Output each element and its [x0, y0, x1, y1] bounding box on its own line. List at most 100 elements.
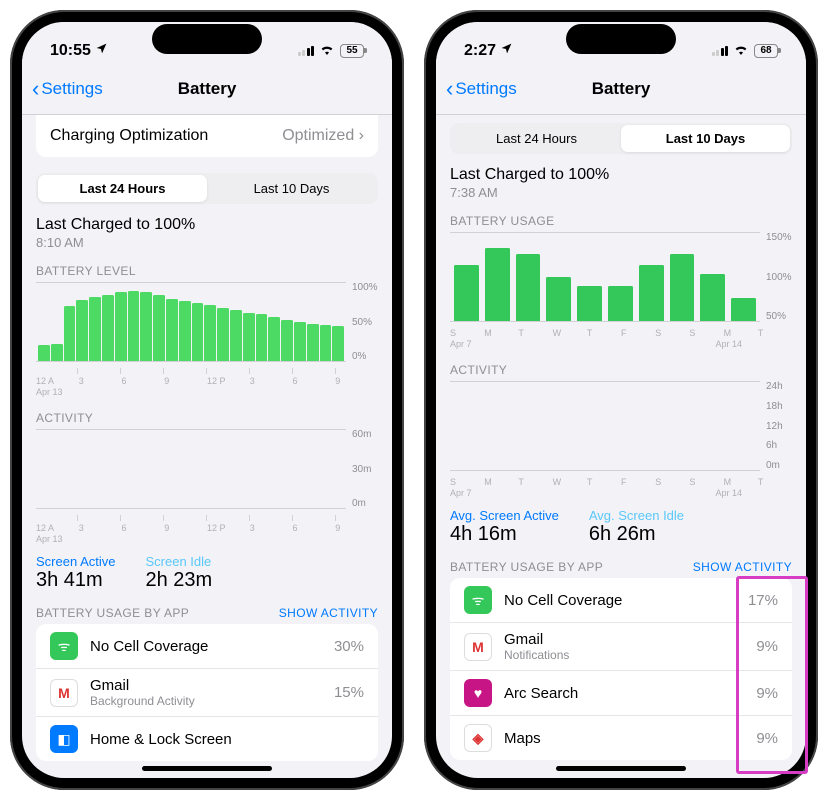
y-tick: 0m: [352, 498, 378, 509]
app-icon: ◈: [464, 724, 492, 752]
wifi-icon: [733, 42, 749, 60]
screen-left: 10:55 55 ‹ Settings Battery: [22, 22, 392, 778]
x-sub-label: Apr 7: [450, 488, 472, 498]
usage-by-app-header: BATTERY USAGE BY APP: [450, 560, 603, 574]
app-row[interactable]: ◈ Maps 9%: [450, 716, 792, 760]
x-sub-label: Apr 14: [715, 339, 742, 349]
app-name: Maps: [504, 730, 756, 747]
usage-by-app-header: BATTERY USAGE BY APP: [36, 606, 189, 620]
time-range-segmented[interactable]: Last 24 Hours Last 10 Days: [36, 173, 378, 204]
notch: [566, 24, 676, 54]
y-tick: 100%: [352, 282, 378, 293]
screen-active-label: Screen Active: [36, 554, 116, 569]
app-name: Arc Search: [504, 685, 756, 702]
back-label: Settings: [41, 79, 102, 99]
app-icon: M: [464, 633, 492, 661]
app-icon: ♥: [464, 679, 492, 707]
y-tick: 50%: [352, 317, 378, 328]
app-name: Gmail: [90, 677, 334, 694]
app-row[interactable]: M Gmail Background Activity 15%: [36, 669, 378, 717]
phone-frame-left: 10:55 55 ‹ Settings Battery: [10, 10, 404, 790]
time-range-segmented[interactable]: Last 24 Hours Last 10 Days: [450, 123, 792, 154]
tab-24-hours[interactable]: Last 24 Hours: [452, 125, 621, 152]
wifi-icon: [319, 42, 335, 60]
app-icon: M: [50, 679, 78, 707]
app-row[interactable]: ◧ Home & Lock Screen: [36, 717, 378, 761]
tab-10-days[interactable]: Last 10 Days: [207, 175, 376, 202]
app-name: Home & Lock Screen: [90, 731, 364, 748]
last-charged-time: 8:10 AM: [36, 235, 378, 250]
phone-frame-right: 2:27 68 ‹ Settings Battery: [424, 10, 818, 790]
activity-chart[interactable]: 24h 18h 12h 6h 0m: [450, 381, 792, 471]
app-subtitle: Notifications: [504, 648, 756, 662]
home-indicator[interactable]: [142, 766, 272, 771]
screen-active-value: 3h 41m: [36, 569, 116, 592]
y-tick: 0%: [352, 351, 378, 362]
app-row[interactable]: M Gmail Notifications 9%: [450, 623, 792, 671]
chevron-left-icon: ‹: [446, 76, 453, 102]
screen-right: 2:27 68 ‹ Settings Battery: [436, 22, 806, 778]
battery-icon: 55: [340, 44, 364, 58]
show-activity-button[interactable]: SHOW ACTIVITY: [279, 606, 378, 620]
status-time: 2:27: [464, 42, 496, 60]
status-time: 10:55: [50, 42, 91, 60]
app-name: No Cell Coverage: [90, 638, 334, 655]
x-sub-label: Apr 13: [36, 387, 378, 397]
x-sub-label: Apr 14: [715, 488, 742, 498]
x-sub-label: Apr 7: [450, 339, 472, 349]
app-percentage: 17%: [748, 592, 778, 609]
chevron-left-icon: ‹: [32, 76, 39, 102]
avg-screen-active-label: Avg. Screen Active: [450, 508, 559, 523]
back-button[interactable]: ‹ Settings: [446, 76, 517, 102]
last-charged-time: 7:38 AM: [450, 185, 792, 200]
charging-optimization-row[interactable]: Charging Optimization Optimized ›: [36, 115, 378, 157]
battery-icon: 68: [754, 44, 778, 58]
app-subtitle: Background Activity: [90, 694, 334, 708]
app-row[interactable]: ᯤ No Cell Coverage 30%: [36, 624, 378, 669]
app-percentage: 15%: [334, 684, 364, 701]
cell-signal-icon: [712, 46, 729, 56]
content-right[interactable]: Last 24 Hours Last 10 Days Last Charged …: [436, 115, 806, 778]
app-row[interactable]: ᯤ No Cell Coverage 17%: [450, 578, 792, 623]
home-indicator[interactable]: [556, 766, 686, 771]
y-tick: 24h: [766, 381, 792, 392]
avg-screen-active-value: 4h 16m: [450, 523, 559, 546]
x-sub-label: Apr 13: [36, 534, 378, 544]
app-percentage: 30%: [334, 638, 364, 655]
y-tick: 50%: [766, 311, 792, 322]
app-icon: ᯤ: [50, 632, 78, 660]
app-percentage: 9%: [756, 685, 778, 702]
y-tick: 150%: [766, 232, 792, 243]
y-tick: 100%: [766, 272, 792, 283]
activity-header: ACTIVITY: [450, 363, 792, 377]
y-tick: 12h: [766, 421, 792, 432]
app-icon: ᯤ: [464, 586, 492, 614]
tab-10-days[interactable]: Last 10 Days: [621, 125, 790, 152]
notch: [152, 24, 262, 54]
tab-24-hours[interactable]: Last 24 Hours: [38, 175, 207, 202]
page-title: Battery: [592, 79, 651, 99]
y-tick: 60m: [352, 429, 378, 440]
y-tick: 18h: [766, 401, 792, 412]
content-left[interactable]: Charging Optimization Optimized › Last 2…: [22, 115, 392, 778]
show-activity-button[interactable]: SHOW ACTIVITY: [693, 560, 792, 574]
app-percentage: 9%: [756, 730, 778, 747]
battery-level-header: BATTERY LEVEL: [36, 264, 378, 278]
battery-level-chart[interactable]: 100% 50% 0%: [36, 282, 378, 362]
app-icon: ◧: [50, 725, 78, 753]
app-row[interactable]: ♥ Arc Search 9%: [450, 671, 792, 716]
battery-usage-header: BATTERY USAGE: [450, 214, 792, 228]
app-name: Gmail: [504, 631, 756, 648]
battery-usage-chart[interactable]: 150% 100% 50%: [450, 232, 792, 322]
location-icon: [95, 42, 108, 60]
avg-screen-idle-label: Avg. Screen Idle: [589, 508, 684, 523]
avg-screen-idle-value: 6h 26m: [589, 523, 684, 546]
app-usage-list: ᯤ No Cell Coverage 30% M Gmail Backgroun…: [36, 624, 378, 761]
back-button[interactable]: ‹ Settings: [32, 76, 103, 102]
cell-signal-icon: [298, 46, 315, 56]
screen-idle-value: 2h 23m: [146, 569, 213, 592]
y-tick: 0m: [766, 460, 792, 471]
app-usage-list: ᯤ No Cell Coverage 17% M Gmail Notificat…: [450, 578, 792, 760]
chevron-right-icon: ›: [359, 127, 364, 144]
activity-chart[interactable]: 60m 30m 0m: [36, 429, 378, 509]
